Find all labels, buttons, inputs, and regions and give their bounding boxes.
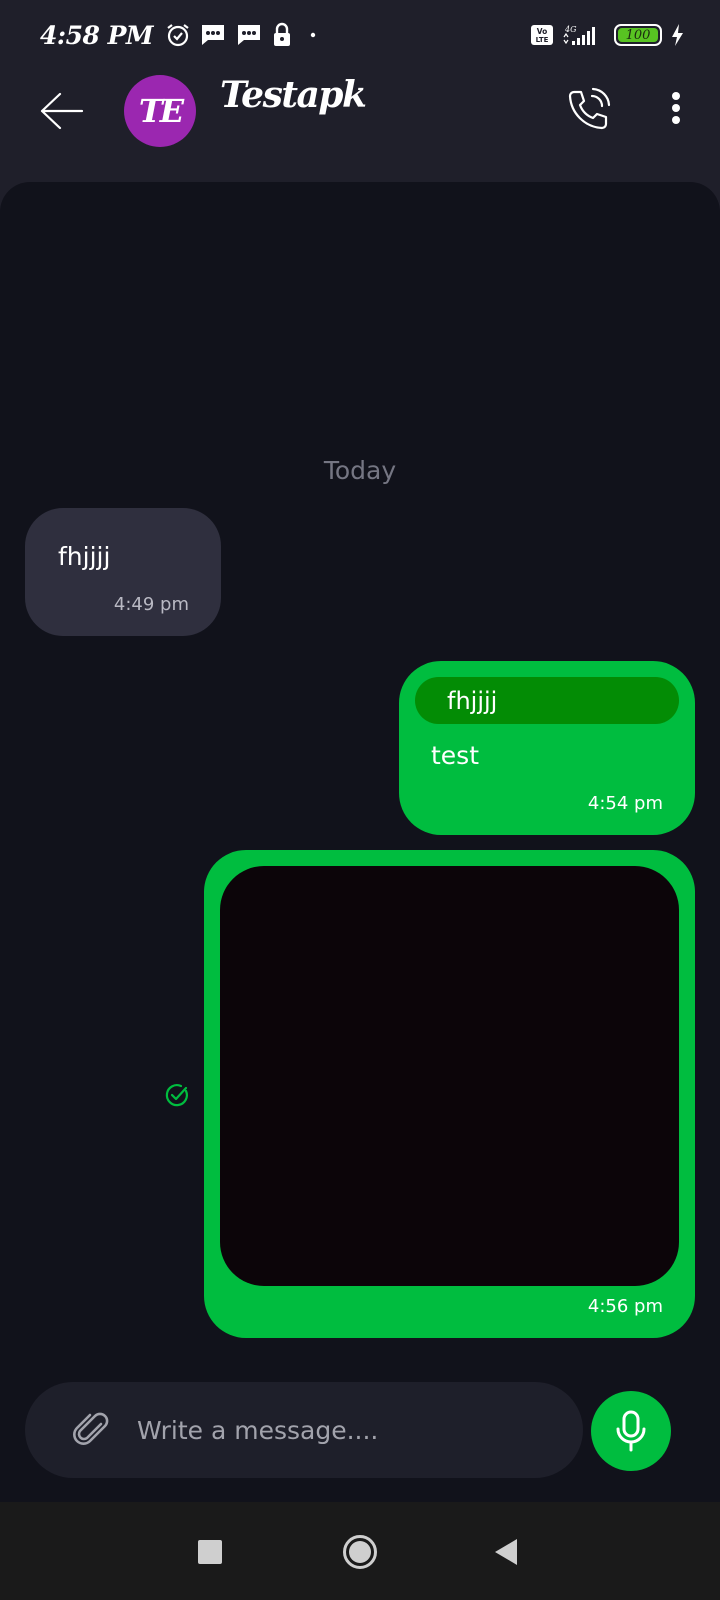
- nav-back-button[interactable]: [494, 1538, 518, 1566]
- phone-icon: [568, 87, 611, 130]
- message-text: test: [431, 741, 480, 770]
- more-options-button[interactable]: [662, 90, 690, 130]
- message-time: 4:49 pm: [113, 594, 189, 615]
- reply-quote[interactable]: fhjjjj: [415, 677, 679, 724]
- message-composer: [25, 1382, 583, 1478]
- image-attachment[interactable]: [220, 866, 679, 1286]
- microphone-icon: [616, 1410, 646, 1452]
- chat-screen: 4:58 PM Vo LTE 4G 100 TE Testapk Today f…: [0, 0, 720, 1600]
- message-notification-icon: [202, 25, 225, 45]
- battery-indicator: 100: [614, 24, 662, 46]
- status-bar: 4:58 PM Vo LTE 4G 100: [0, 0, 720, 70]
- svg-text:LTE: LTE: [536, 36, 549, 44]
- attach-button[interactable]: [71, 1410, 111, 1450]
- alarm-icon: [167, 24, 189, 47]
- arrow-left-icon: [40, 92, 84, 130]
- contact-name[interactable]: Testapk: [220, 74, 367, 116]
- svg-text:4G: 4G: [564, 25, 577, 34]
- message-input[interactable]: [137, 1404, 557, 1456]
- more-vertical-icon: [672, 92, 680, 124]
- date-separator: Today: [323, 456, 397, 485]
- recents-button[interactable]: [198, 1540, 222, 1564]
- back-button[interactable]: [38, 90, 86, 132]
- call-button[interactable]: [564, 86, 612, 134]
- message-time: 4:54 pm: [587, 793, 663, 814]
- reply-quote-text: fhjjjj: [447, 687, 498, 715]
- message-list[interactable]: Today fhjjjj 4:49 pm fhjjjj test 4:54 pm…: [0, 182, 720, 1502]
- paperclip-icon: [73, 1412, 109, 1445]
- dot-icon: [310, 32, 316, 38]
- message-notification-icon: [238, 25, 261, 45]
- mic-button[interactable]: [591, 1391, 671, 1471]
- check-circle-icon: [165, 1084, 188, 1107]
- system-nav-bar: [0, 1502, 720, 1600]
- message-text: fhjjjj: [58, 542, 111, 571]
- signal-icon: 4G: [563, 25, 595, 45]
- outgoing-image-message[interactable]: 4:56 pm: [204, 850, 695, 1338]
- notification-icons: [165, 22, 321, 48]
- lock-icon: [274, 22, 291, 46]
- charging-icon: [672, 24, 683, 46]
- incoming-message[interactable]: fhjjjj 4:49 pm: [25, 508, 221, 636]
- message-time: 4:56 pm: [587, 1296, 663, 1317]
- avatar[interactable]: TE: [124, 75, 196, 147]
- battery-level: 100: [618, 28, 658, 43]
- home-button[interactable]: [342, 1534, 378, 1570]
- system-indicators: Vo LTE 4G 100: [530, 23, 684, 47]
- volte-icon: Vo LTE: [531, 25, 553, 45]
- svg-text:Vo: Vo: [537, 27, 548, 36]
- chat-header: TE Testapk: [0, 70, 720, 182]
- outgoing-message[interactable]: fhjjjj test 4:54 pm: [399, 661, 695, 835]
- status-time: 4:58 PM: [40, 20, 154, 50]
